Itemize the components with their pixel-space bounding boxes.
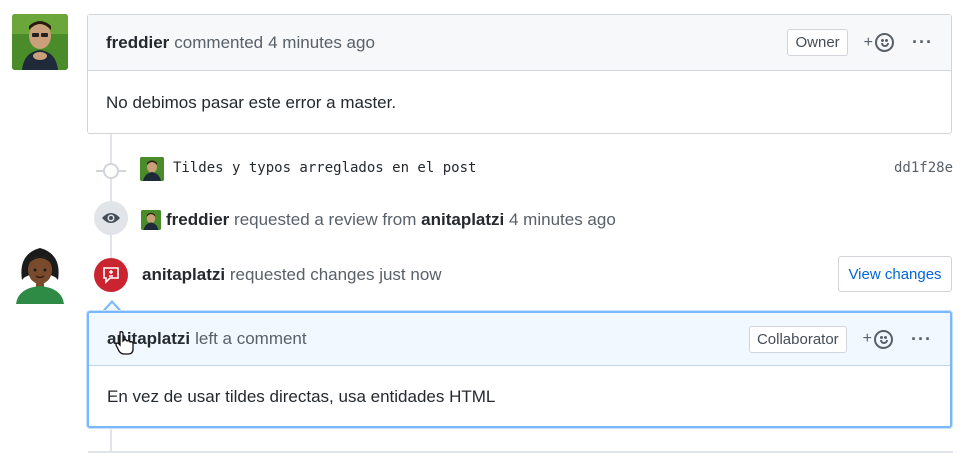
plus-icon: +: [862, 330, 873, 347]
more-options-button[interactable]: ···: [912, 32, 933, 53]
plus-icon: +: [863, 33, 874, 51]
hand-cursor-icon: [115, 330, 135, 361]
comment-body: En vez de usar tildes directas, usa enti…: [89, 366, 950, 428]
smiley-icon: [874, 329, 894, 349]
add-reaction-button[interactable]: +: [863, 33, 895, 52]
divider: [88, 451, 953, 453]
review-request-text: requested a review from: [234, 210, 417, 229]
commit-author-avatar[interactable]: [140, 157, 164, 181]
commit-sha-link[interactable]: dd1f28e: [894, 160, 953, 176]
comment-action: commented: [174, 32, 264, 52]
comment-text: No debimos pasar este error a master.: [106, 92, 397, 112]
reviewer-link[interactable]: anitaplatzi: [421, 210, 504, 229]
review-actor-avatar[interactable]: [141, 210, 161, 230]
more-options-button[interactable]: ···: [911, 329, 932, 350]
review-actor-link[interactable]: freddier: [166, 210, 229, 229]
comment-text: En vez de usar tildes directas, usa enti…: [107, 387, 496, 406]
timeline-line: [110, 428, 112, 452]
avatar-freddier[interactable]: [12, 14, 68, 70]
comment-freddier: freddier commented 4 minutes ago Owner +…: [87, 14, 952, 134]
review-request-time[interactable]: 4 minutes ago: [509, 210, 616, 229]
comment-timestamp-link[interactable]: 4 minutes ago: [268, 33, 375, 53]
comment-action: left a comment: [195, 329, 307, 348]
eye-icon: [94, 201, 128, 235]
owner-badge: Owner: [787, 29, 848, 56]
changes-requested-text: requested changes just now: [229, 265, 442, 284]
comment-header: anitaplatzi left a comment Collaborator …: [89, 313, 950, 366]
view-changes-button[interactable]: View changes: [838, 256, 952, 292]
comment-body: No debimos pasar este error a master.: [88, 71, 951, 134]
request-changes-icon: [94, 258, 128, 292]
comment-author-link[interactable]: freddier: [106, 33, 169, 53]
collaborator-badge: Collaborator: [748, 325, 847, 353]
commit-message-link[interactable]: Tildes y typos arreglados en el post: [173, 160, 476, 176]
smiley-icon: [875, 33, 895, 52]
changes-requested-event: anitaplatzi requested changes just now: [142, 265, 442, 285]
comment-anitaplatzi: anitaplatzi left a comment Collaborator …: [87, 311, 952, 428]
review-request-event: freddier requested a review from anitapl…: [166, 210, 616, 230]
commit-icon: [103, 163, 119, 179]
add-reaction-button[interactable]: +: [862, 329, 894, 349]
changes-actor-link[interactable]: anitaplatzi: [142, 265, 225, 284]
avatar-anitaplatzi[interactable]: [14, 244, 66, 304]
timeline-line: [110, 234, 112, 260]
comment-header: freddier commented 4 minutes ago Owner +…: [88, 15, 951, 71]
